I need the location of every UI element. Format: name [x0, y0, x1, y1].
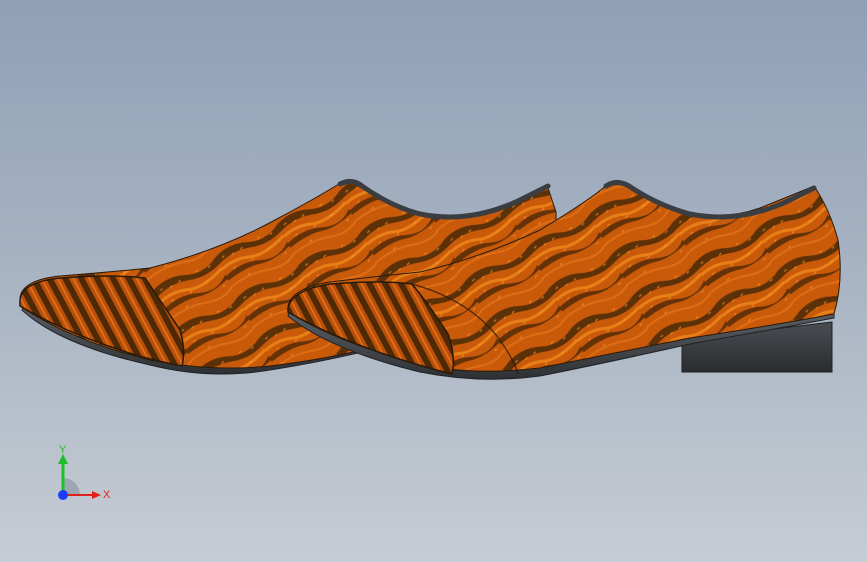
graphics-viewport[interactable]: Y X	[0, 0, 867, 562]
reference-triad: Y X	[58, 444, 111, 501]
model-scene	[19, 178, 841, 380]
triad-x-arrow	[92, 491, 101, 499]
triad-y-label: Y	[59, 444, 67, 456]
triad-x-label: X	[103, 489, 111, 501]
triad-z-axis	[58, 490, 68, 500]
